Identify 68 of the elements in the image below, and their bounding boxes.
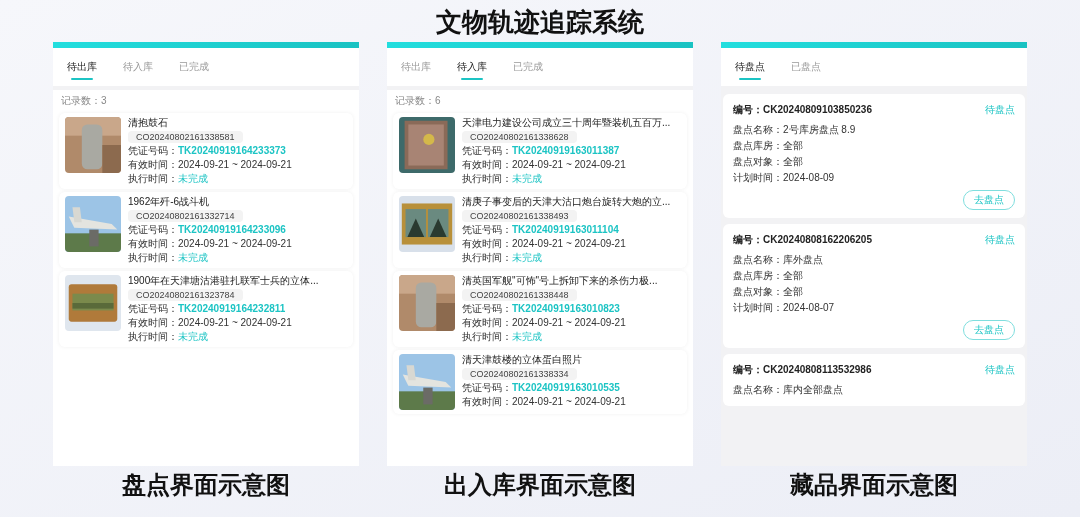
inventory-card[interactable]: 编号：CK20240808113532986 待盘点 盘点名称：库内全部盘点 (723, 354, 1025, 406)
status-label: 待盘点 (985, 103, 1015, 116)
item-code: CO20240802161332714 (128, 210, 243, 222)
status-label: 待盘点 (985, 363, 1015, 376)
tab[interactable]: 待盘点 (735, 60, 765, 80)
item-name: 清抱鼓石 (128, 117, 169, 129)
item-name: 清英国军舰"可怖"号上拆卸下来的杀伤力极... (462, 275, 658, 287)
inventory-card[interactable]: 编号：CK20240809103850236 待盘点 盘点名称：2号库房盘点 8.9 盘点库房：全部 盘点对象：全部 计划时间：2024-08-09 去盘点 (723, 94, 1025, 218)
field-row-text: 执行时间：未完成 (462, 331, 543, 343)
item-card[interactable]: 1962年歼-6战斗机 CO20240802161332714 凭证号码：TK20240919164233096 有效时间：2024-09-21 ~ 2024-09-21 执行时间：未完成 (59, 192, 353, 268)
caption: 藏品界面示意图 (790, 470, 958, 500)
status-label: 待盘点 (985, 233, 1015, 246)
field-row-text: 凭证号码：TK20240919163010535 (462, 382, 621, 394)
tab[interactable]: 待出库 (67, 60, 97, 80)
field-row-text: 盘点名称：2号库房盘点 8.9 (733, 123, 857, 137)
item-card[interactable]: 天津电力建设公司成立三十周年暨装机五百万... CO20240802161338628 凭证号码：TK20240919163011387 有效时间：2024-09-21 ~ 2024-09-21 执行时间：未完成 (393, 113, 687, 189)
field-row-text: 有效时间：2024-09-21 ~ 2024-09-21 (128, 317, 293, 329)
item-code: CO20240802161338448 (462, 289, 577, 301)
slide-title: 文物轨迹追踪系统 (436, 6, 644, 39)
caption: 盘点界面示意图 (122, 470, 290, 500)
field-row-text: 执行时间：未完成 (462, 252, 543, 264)
field-row-text: 执行时间：未完成 (128, 173, 209, 185)
caption: 出入库界面示意图 (444, 470, 636, 500)
item-card[interactable]: 清抱鼓石 CO20240802161338581 凭证号码：TK20240919164233373 有效时间：2024-09-21 ~ 2024-09-21 执行时间：未完成 (59, 113, 353, 189)
record-number: 编号：CK20240809103850236 (733, 103, 872, 116)
field-row-text: 执行时间：未完成 (128, 331, 209, 343)
field-row: 有效时间：2024-09-21 ~ 2024-09-21 (128, 159, 292, 171)
item-code: CO20240802161338334 (462, 368, 577, 380)
item-code: CO20240802161338493 (462, 210, 577, 222)
field-row-text: 凭证号码：TK20240919163011104 (462, 224, 620, 236)
item-name: 清庚子事变后的天津大沽口炮台旋转大炮的立... (462, 196, 671, 208)
field-row-text: 计划时间：2024-08-07 (733, 301, 836, 315)
field-row-text: 执行时间：未完成 (462, 173, 543, 185)
item-card[interactable]: 1900年在天津塘沽港驻扎联军士兵的立体... CO20240802161323784 凭证号码：TK20240919164232811 有效时间：2024-09-21 ~ 2024-09-21 执行时间：未完成 (59, 271, 353, 347)
item-name: 1962年歼-6战斗机 (128, 196, 211, 208)
field-row-text: 凭证号码：TK20240919163010823 (462, 303, 621, 315)
field-row-text: 盘点对象：全部 (733, 155, 804, 169)
field-row: 有效时间：2024-09-21 ~ 2024-09-21 (462, 396, 626, 408)
record-number: 编号：CK20240808162206205 (733, 233, 872, 246)
field-row-text: 凭证号码：TK20240919164233373 (128, 145, 287, 157)
item-name: 天津电力建设公司成立三十周年暨装机五百万... (462, 117, 671, 129)
field-row-text: 盘点库房：全部 (733, 139, 804, 153)
record-count: 记录数：6 (394, 94, 442, 108)
item-name: 1900年在天津塘沽港驻扎联军士兵的立体... (128, 275, 319, 287)
field-row-text: 盘点名称：库外盘点 (733, 253, 824, 267)
field-row-text: 凭证号码：TK20240919164233096 (128, 224, 287, 236)
tab[interactable]: 待入库 (457, 60, 487, 80)
field-row-text: 计划时间：2024-08-09 (733, 171, 836, 185)
item-name: 清天津鼓楼的立体蛋白照片 (462, 354, 583, 366)
item-code: CO20240802161338628 (462, 131, 577, 143)
field-row-text: 盘点对象：全部 (733, 285, 804, 299)
item-card[interactable]: 清英国军舰"可怖"号上拆卸下来的杀伤力极... CO20240802161338448 凭证号码：TK20240919163010823 有效时间：2024-09-21 ~ 2024-09-21 执行时间：未完成 (393, 271, 687, 347)
field-row-text: 执行时间：未完成 (128, 252, 209, 264)
field-row-text: 盘点名称：库内全部盘点 (733, 383, 844, 397)
field-row-text: 有效时间：2024-09-21 ~ 2024-09-21 (462, 159, 627, 171)
field-row-text: 有效时间：2024-09-21 ~ 2024-09-21 (462, 238, 627, 250)
field-row: 有效时间：2024-09-21 ~ 2024-09-21 (128, 238, 292, 250)
item-card[interactable]: 清庚子事变后的天津大沽口炮台旋转大炮的立... CO20240802161338493 凭证号码：TK20240919163011104 有效时间：2024-09-21 ~ 2024-09-21 执行时间：未完成 (393, 192, 687, 268)
field-row-text: 凭证号码：TK20240919164232811 (128, 303, 287, 315)
field-row-text: 有效时间：2024-09-21 ~ 2024-09-21 (462, 317, 627, 329)
record-number: 编号：CK20240808113532986 (733, 363, 872, 376)
record-count: 记录数：3 (60, 94, 108, 108)
item-card[interactable]: 清天津鼓楼的立体蛋白照片 CO20240802161338334 凭证号码：TK20240919163010535 有效时间：2024-09-21 ~ 2024-09-21 (393, 350, 687, 414)
item-code: CO20240802161323784 (128, 289, 243, 301)
inventory-card[interactable]: 编号：CK20240808162206205 待盘点 盘点名称：库外盘点 盘点库房：全部 盘点对象：全部 计划时间：2024-08-07 去盘点 (723, 224, 1025, 348)
field-row-text: 盘点库房：全部 (733, 269, 804, 283)
field-row-text: 凭证号码：TK20240919163011387 (462, 145, 621, 157)
item-code: CO20240802161338581 (128, 131, 243, 143)
